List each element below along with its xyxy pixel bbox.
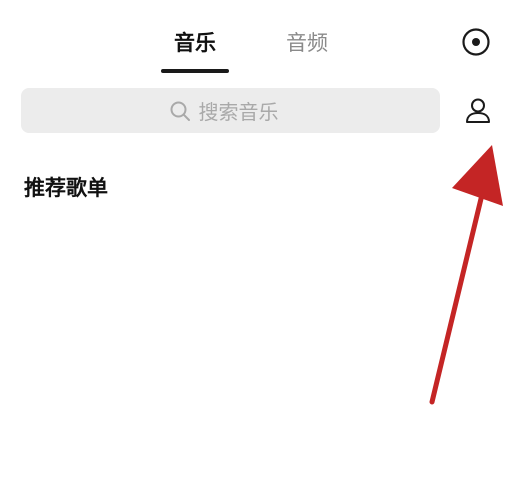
record-button[interactable]: [460, 26, 492, 58]
tab-audio[interactable]: 音频: [286, 26, 328, 62]
search-icon: [170, 101, 190, 121]
user-icon: [466, 98, 490, 123]
profile-button[interactable]: [463, 96, 493, 126]
record-icon: [462, 28, 490, 56]
active-tab-indicator: [161, 69, 229, 73]
tab-music[interactable]: 音乐: [174, 26, 216, 62]
arrow-head: [452, 145, 503, 206]
search-placeholder: 搜索音乐: [198, 100, 279, 124]
section-title: 推荐歌单: [24, 176, 108, 200]
search-input[interactable]: 搜索音乐: [21, 88, 440, 133]
arrow-shaft: [429, 175, 489, 405]
tab-bar: 音乐 音频: [0, 26, 525, 76]
search-content: 搜索音乐: [21, 88, 440, 133]
